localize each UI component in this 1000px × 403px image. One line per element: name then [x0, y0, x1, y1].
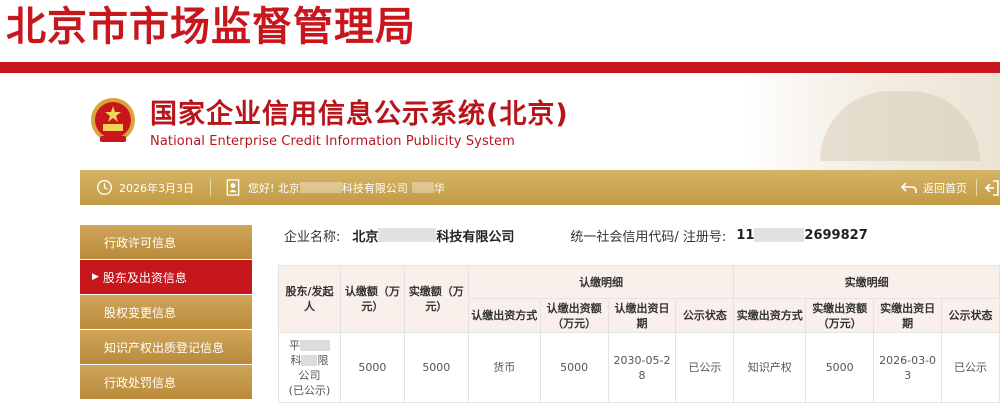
paid-amount-detail-cell: 5000: [805, 332, 875, 403]
return-home-link[interactable]: 返回首页: [900, 170, 967, 205]
col-subscribed-detail: 认缴明细: [467, 265, 735, 299]
logout-button[interactable]: [984, 170, 1000, 205]
paid-date-cell: 2026-03-03: [873, 332, 943, 403]
col-sub-method: 认缴出资方式: [467, 298, 541, 333]
logout-icon: [984, 179, 999, 196]
greeting-suffix: 华: [433, 181, 445, 195]
sidebar-item-shareholders[interactable]: ▶ 股东及出资信息: [80, 260, 252, 294]
credit-code-suffix: 2699827: [804, 227, 868, 243]
redacted-block: [301, 355, 318, 366]
redacted-block: [378, 228, 437, 242]
sidebar-item-label: 行政处罚信息: [104, 375, 177, 390]
return-home-label: 返回首页: [923, 181, 967, 195]
system-subtitle: National Enterprise Credit Information P…: [150, 134, 515, 149]
greeting-prefix: 您好! 北京: [248, 181, 300, 195]
company-name-prefix: 北京: [352, 229, 379, 245]
agency-title: 北京市市场监督管理局: [6, 4, 416, 50]
paid-status-cell: 已公示: [941, 332, 1000, 403]
toolbar-divider: [976, 179, 977, 196]
col-paid-date: 实缴出资日期: [873, 298, 943, 333]
paid-amount-cell: 5000: [403, 332, 469, 403]
sidebar-item-label: 股权变更信息: [104, 305, 177, 320]
sub-amount-cell: 5000: [539, 332, 609, 403]
shareholder-name-cell[interactable]: 平 科 限 公司 (已公示): [278, 332, 341, 403]
building-background: [740, 73, 1000, 170]
company-info: 企业名称: 北京 科技有限公司 统一社会信用代码/ 注册号: 11 269982…: [284, 225, 868, 245]
col-sub-amount: 认缴出资额（万元）: [539, 298, 609, 333]
clock-icon: [97, 180, 112, 195]
sidebar-item-equity-change[interactable]: 股权变更信息: [80, 295, 252, 329]
date-text: 2026年3月3日: [119, 181, 194, 195]
caret-right-icon: ▶: [92, 272, 99, 282]
red-divider: [0, 62, 1000, 73]
toolbar-divider: [210, 179, 211, 196]
col-sub-status: 公示状态: [675, 298, 735, 333]
shareholder-table: 股东/发起人 认缴额（万元） 实缴额（万元） 认缴明细 实缴明细 认缴出资方式 …: [278, 265, 1000, 403]
sidebar-item-label: 行政许可信息: [104, 235, 177, 250]
user-toolbar: 2026年3月3日 您好! 北京 科技有限公司 华 返回首页: [80, 170, 1000, 205]
redacted-block: [299, 340, 330, 351]
sidebar-item-label: 知识产权出质登记信息: [104, 340, 225, 355]
sub-date-cell: 2030-05-28: [607, 332, 677, 403]
return-arrow-icon: [900, 181, 917, 193]
sub-method-cell: 货币: [467, 332, 541, 403]
col-shareholder: 股东/发起人: [278, 265, 341, 333]
shareholder-text: 科: [290, 353, 302, 367]
col-paid-method: 实缴出资方式: [733, 298, 807, 333]
company-name-suffix: 科技有限公司: [436, 229, 515, 245]
sidebar-nav: 行政许可信息 ▶ 股东及出资信息 股权变更信息 知识产权出质登记信息 行政处罚信…: [80, 225, 252, 400]
redacted-block: [411, 182, 434, 193]
shareholder-text: 公司: [298, 368, 321, 382]
sidebar-item-admin-license[interactable]: 行政许可信息: [80, 225, 252, 259]
user-greeting: 您好! 北京 科技有限公司 华: [226, 170, 445, 205]
credit-code-label: 统一社会信用代码/ 注册号:: [570, 229, 727, 245]
system-title: 国家企业信用信息公示系统(北京): [150, 99, 569, 130]
sidebar-item-label: 股东及出资信息: [102, 270, 187, 285]
sub-status-cell: 已公示: [675, 332, 735, 403]
national-emblem-icon: [91, 98, 135, 142]
col-paid-amount: 实缴额（万元）: [403, 265, 469, 333]
redacted-block: [754, 228, 805, 242]
sidebar-item-admin-penalty[interactable]: 行政处罚信息: [80, 365, 252, 399]
redacted-block: [299, 182, 342, 193]
table-row: 平 科 限 公司 (已公示) 5000 5000 货币 5000 2030-05-…: [278, 332, 1000, 403]
shareholder-text: 限: [317, 353, 329, 367]
user-badge-icon: [226, 179, 240, 196]
shareholder-text: (已公示): [288, 383, 331, 397]
col-paid-amount-detail: 实缴出资额（万元）: [805, 298, 875, 333]
col-sub-date: 认缴出资日期: [607, 298, 677, 333]
greeting-company: 科技有限公司: [341, 181, 408, 195]
shareholder-text: 平: [288, 338, 300, 352]
company-name-label: 企业名称:: [284, 229, 341, 245]
credit-code-prefix: 11: [736, 227, 755, 243]
col-subscribed-amount: 认缴额（万元）: [339, 265, 405, 333]
date-display: 2026年3月3日: [96, 170, 194, 205]
col-paid-status: 公示状态: [941, 298, 1000, 333]
sidebar-item-ip-pledge[interactable]: 知识产权出质登记信息: [80, 330, 252, 364]
col-paid-detail: 实缴明细: [733, 265, 1000, 299]
paid-method-cell: 知识产权: [733, 332, 807, 403]
subscribed-amount-cell: 5000: [339, 332, 405, 403]
